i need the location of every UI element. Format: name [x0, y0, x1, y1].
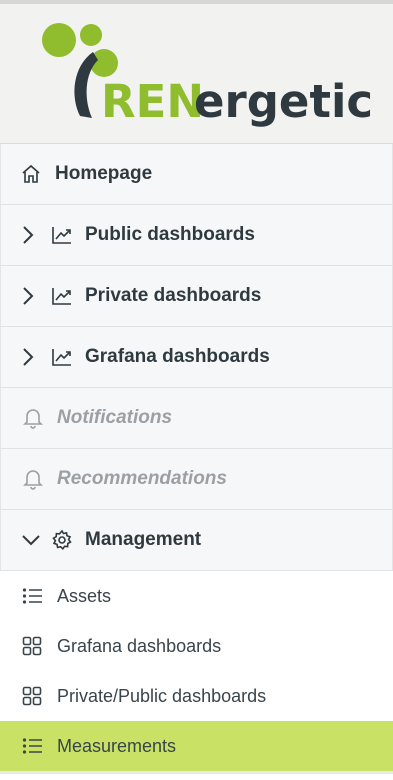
submenu-item-grafana-dashboards[interactable]: Grafana dashboards: [0, 621, 393, 671]
menu-item-label: Management: [85, 529, 202, 550]
menu-item-grafana-dashboards[interactable]: Grafana dashboards: [0, 327, 393, 388]
menu-item-management[interactable]: Management: [0, 510, 393, 571]
home-icon: [21, 164, 47, 184]
menu-item-label: Recommendations: [57, 468, 227, 489]
menu-item-notifications[interactable]: Notifications: [0, 388, 393, 449]
chart-line-icon: [51, 347, 77, 367]
chevron-down-icon[interactable]: [21, 533, 43, 547]
submenu-item-label: Grafana dashboards: [57, 635, 222, 656]
submenu-item-measurements[interactable]: Measurements: [0, 721, 393, 771]
chart-line-icon: [51, 286, 77, 306]
logo-area[interactable]: REN ergetic: [0, 4, 393, 143]
grid-icon: [22, 686, 46, 706]
menu-item-recommendations[interactable]: Recommendations: [0, 449, 393, 510]
chevron-right-icon[interactable]: [21, 347, 43, 367]
logo-text-ergetic: ergetic: [194, 75, 373, 128]
chevron-right-icon[interactable]: [21, 286, 43, 306]
submenu-item-label: Measurements: [57, 735, 177, 756]
bell-icon: [23, 407, 49, 429]
menu-item-homepage[interactable]: Homepage: [0, 144, 393, 205]
menu-item-label: Public dashboards: [85, 224, 255, 245]
sidebar-menu: Homepage Public dashboards Private dashb…: [0, 143, 393, 774]
menu-item-label: Homepage: [55, 163, 153, 184]
chevron-right-icon[interactable]: [21, 225, 43, 245]
chart-line-icon: [51, 225, 77, 245]
list-icon: [22, 737, 46, 755]
logo-text-ren: REN: [101, 75, 204, 128]
grid-icon: [22, 636, 46, 656]
menu-item-private-dashboards[interactable]: Private dashboards: [0, 266, 393, 327]
submenu-item-label: Private/Public dashboards: [57, 685, 267, 706]
submenu-item-assets[interactable]: Assets: [0, 571, 393, 621]
bell-icon: [23, 468, 49, 490]
menu-item-label: Notifications: [57, 407, 173, 428]
submenu-item-label: Assets: [57, 585, 112, 606]
menu-item-label: Grafana dashboards: [85, 346, 270, 367]
submenu-item-private-public-dashboards[interactable]: Private/Public dashboards: [0, 671, 393, 721]
list-icon: [22, 587, 46, 605]
bottom-divider: [0, 771, 393, 774]
menu-item-public-dashboards[interactable]: Public dashboards: [0, 205, 393, 266]
menu-item-label: Private dashboards: [85, 285, 262, 306]
gear-icon: [51, 529, 77, 551]
renergetic-logo: REN ergetic: [42, 23, 373, 128]
